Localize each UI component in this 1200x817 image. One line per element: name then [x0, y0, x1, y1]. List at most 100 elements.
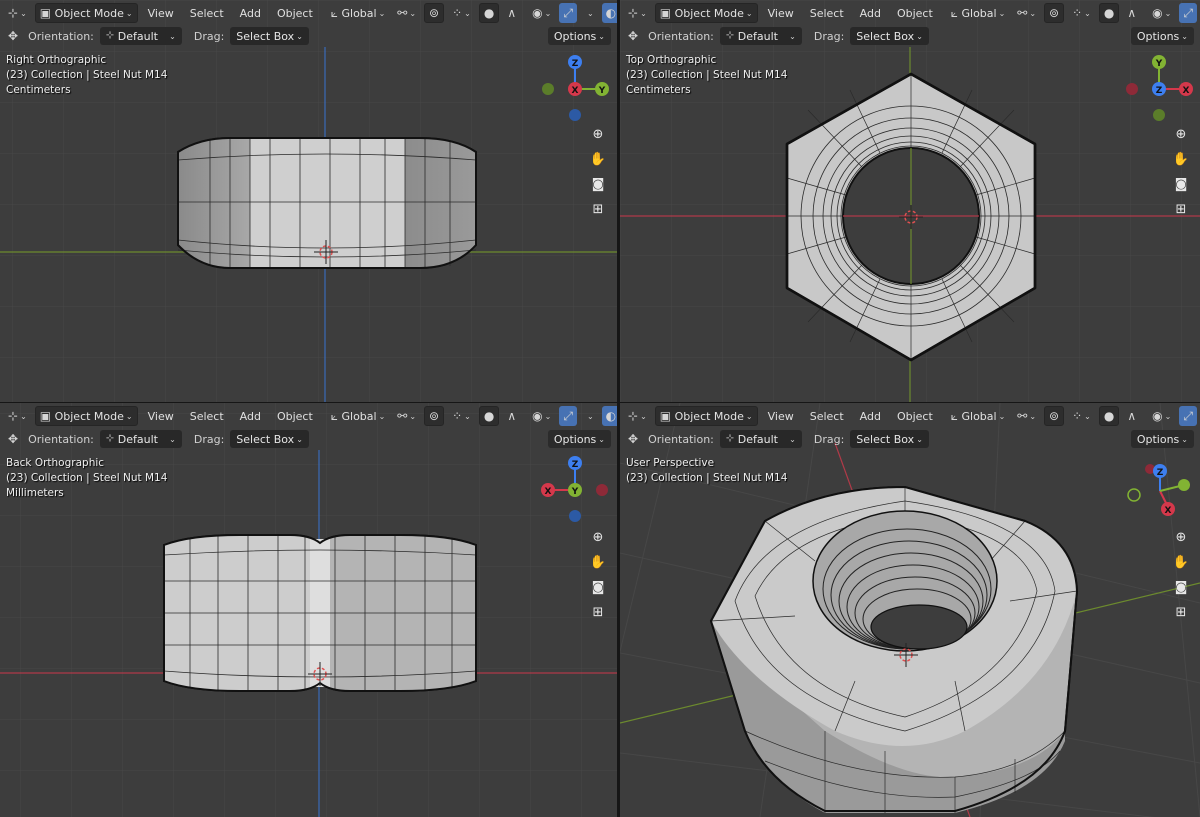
mode-dropdown[interactable]: ▣ Object Mode ⌄: [654, 406, 758, 426]
editor-type-button[interactable]: ⊹ ⌄: [624, 3, 651, 23]
navigation-gizmo[interactable]: Z X: [1122, 455, 1198, 527]
grid-ortho-icon[interactable]: ⊞: [587, 199, 609, 219]
menu-view[interactable]: View: [762, 7, 800, 20]
menu-select[interactable]: Select: [804, 7, 850, 20]
camera-icon[interactable]: ◙: [587, 577, 609, 597]
gizmo-toggle[interactable]: ⤢: [1179, 406, 1197, 426]
transform-orientation-dropdown[interactable]: ⟀ Global ⌄: [947, 3, 1010, 23]
viewport-right-orthographic[interactable]: ⊹ ⌄ ▣ Object Mode ⌄ View Select Add Object…: [0, 0, 617, 402]
editor-type-button[interactable]: ⊹ ⌄: [624, 406, 651, 426]
drag-dropdown[interactable]: Select Box ⌄: [850, 27, 929, 45]
falloff-button[interactable]: ∧: [503, 3, 520, 23]
camera-icon[interactable]: ◙: [1170, 577, 1192, 597]
grid-ortho-icon[interactable]: ⊞: [587, 602, 609, 622]
menu-object[interactable]: Object: [891, 410, 939, 423]
navigation-gizmo[interactable]: Y X Z: [1122, 52, 1198, 124]
zoom-icon[interactable]: ⊕: [1170, 124, 1192, 144]
menu-select[interactable]: Select: [184, 7, 230, 20]
mode-dropdown[interactable]: ▣ Object Mode ⌄: [34, 3, 138, 23]
gizmo-toggle[interactable]: ⤢: [559, 3, 577, 23]
proportional-toggle[interactable]: ●: [478, 406, 500, 426]
visibility-button[interactable]: ◉ ⌄: [1148, 406, 1175, 426]
snap-target-button[interactable]: ⁘ ⌄: [1068, 406, 1095, 426]
viewport-top-orthographic[interactable]: ⊹ ⌄ ▣ Object Mode ⌄ View Select Add Object…: [620, 0, 1200, 402]
orientation-dropdown[interactable]: ⊹ Default ⌄: [719, 27, 802, 45]
visibility-button[interactable]: ◉ ⌄: [528, 406, 555, 426]
proportional-toggle[interactable]: ●: [1098, 406, 1120, 426]
falloff-button[interactable]: ∧: [1123, 3, 1140, 23]
gizmo-toggle[interactable]: ⤢: [1179, 3, 1197, 23]
navigation-gizmo[interactable]: Z X Y: [538, 453, 614, 525]
visibility-button[interactable]: ◉ ⌄: [1148, 3, 1175, 23]
camera-icon[interactable]: ◙: [1170, 174, 1192, 194]
snap-target-button[interactable]: ⁘ ⌄: [448, 406, 475, 426]
options-button[interactable]: Options ⌄: [1130, 27, 1194, 45]
editor-type-button[interactable]: ⊹ ⌄: [4, 406, 31, 426]
pivot-button[interactable]: ⚯ ⌄: [393, 406, 420, 426]
menu-view[interactable]: View: [142, 7, 180, 20]
snap-target-button[interactable]: ⁘ ⌄: [1068, 3, 1095, 23]
menu-select[interactable]: Select: [804, 410, 850, 423]
snap-toggle[interactable]: ⊚: [424, 3, 445, 23]
hand-pan-icon[interactable]: ✋: [587, 149, 609, 169]
drag-dropdown[interactable]: Select Box ⌄: [230, 430, 309, 448]
menu-add[interactable]: Add: [854, 410, 887, 423]
menu-object[interactable]: Object: [891, 7, 939, 20]
menu-add[interactable]: Add: [234, 410, 267, 423]
pivot-button[interactable]: ⚯ ⌄: [1013, 406, 1040, 426]
gizmo-dropdown[interactable]: ⌄: [581, 3, 598, 23]
perspective-grid-icon[interactable]: ⊞: [1170, 602, 1192, 622]
3d-cursor[interactable]: [314, 240, 338, 264]
snap-toggle[interactable]: ⊚: [1044, 406, 1065, 426]
viewport-back-orthographic[interactable]: ⊹ ⌄ ▣ Object Mode ⌄ View Select Add Object…: [0, 403, 617, 817]
camera-icon[interactable]: ◙: [587, 174, 609, 194]
transform-orientation-dropdown[interactable]: ⟀ Global ⌄: [947, 406, 1010, 426]
drag-dropdown[interactable]: Select Box ⌄: [230, 27, 309, 45]
mode-dropdown[interactable]: ▣ Object Mode ⌄: [34, 406, 138, 426]
transform-orientation-dropdown[interactable]: ⟀ Global ⌄: [327, 3, 390, 23]
orientation-dropdown[interactable]: ⊹ Default ⌄: [99, 430, 182, 448]
pivot-button[interactable]: ⚯ ⌄: [393, 3, 420, 23]
3d-cursor[interactable]: [308, 662, 332, 686]
gizmo-toggle[interactable]: ⤢: [559, 406, 577, 426]
3d-cursor[interactable]: [899, 205, 923, 229]
orientation-dropdown[interactable]: ⊹ Default ⌄: [719, 430, 802, 448]
menu-select[interactable]: Select: [184, 410, 230, 423]
hand-pan-icon[interactable]: ✋: [587, 552, 609, 572]
orientation-dropdown[interactable]: ⊹ Default ⌄: [99, 27, 182, 45]
visibility-button[interactable]: ◉ ⌄: [528, 3, 555, 23]
menu-view[interactable]: View: [762, 410, 800, 423]
mode-dropdown[interactable]: ▣ Object Mode ⌄: [654, 3, 758, 23]
falloff-button[interactable]: ∧: [1123, 406, 1140, 426]
overlay-toggle[interactable]: ◐: [601, 406, 617, 426]
menu-object[interactable]: Object: [271, 7, 319, 20]
options-button[interactable]: Options ⌄: [1130, 430, 1194, 448]
viewport-user-perspective[interactable]: ⊹ ⌄ ▣ Object Mode ⌄ View Select Add Object…: [620, 403, 1200, 817]
proportional-toggle[interactable]: ●: [1098, 3, 1120, 23]
hand-pan-icon[interactable]: ✋: [1170, 552, 1192, 572]
menu-add[interactable]: Add: [234, 7, 267, 20]
drag-dropdown[interactable]: Select Box ⌄: [850, 430, 929, 448]
grid-ortho-icon[interactable]: ⊞: [1170, 199, 1192, 219]
gizmo-dropdown[interactable]: ⌄: [581, 406, 598, 426]
menu-view[interactable]: View: [142, 410, 180, 423]
snap-toggle[interactable]: ⊚: [424, 406, 445, 426]
transform-orientation-dropdown[interactable]: ⟀ Global ⌄: [327, 406, 390, 426]
snap-target-button[interactable]: ⁘ ⌄: [448, 3, 475, 23]
menu-object[interactable]: Object: [271, 410, 319, 423]
overlay-toggle[interactable]: ◐: [601, 3, 617, 23]
hand-pan-icon[interactable]: ✋: [1170, 149, 1192, 169]
zoom-icon[interactable]: ⊕: [587, 527, 609, 547]
proportional-toggle[interactable]: ●: [478, 3, 500, 23]
3d-cursor[interactable]: [894, 643, 918, 667]
zoom-icon[interactable]: ⊕: [587, 124, 609, 144]
falloff-button[interactable]: ∧: [503, 406, 520, 426]
options-button[interactable]: Options ⌄: [547, 27, 611, 45]
navigation-gizmo[interactable]: Z Y X: [538, 52, 614, 124]
options-button[interactable]: Options ⌄: [547, 430, 611, 448]
snap-toggle[interactable]: ⊚: [1044, 3, 1065, 23]
menu-add[interactable]: Add: [854, 7, 887, 20]
pivot-button[interactable]: ⚯ ⌄: [1013, 3, 1040, 23]
editor-type-button[interactable]: ⊹ ⌄: [4, 3, 31, 23]
zoom-icon[interactable]: ⊕: [1170, 527, 1192, 547]
